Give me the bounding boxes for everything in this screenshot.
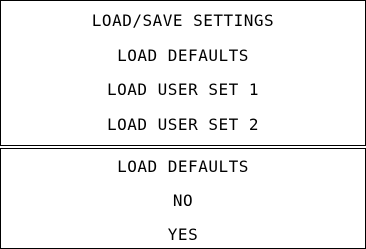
load-save-settings-menu: LOAD/SAVE SETTINGS LOAD DEFAULTS LOAD US… — [0, 0, 366, 146]
option-no[interactable]: NO — [1, 191, 365, 211]
load-defaults-confirm-menu: LOAD DEFAULTS NO YES — [0, 148, 366, 249]
option-yes[interactable]: YES — [1, 225, 365, 245]
menu-item-load-defaults[interactable]: LOAD DEFAULTS — [1, 46, 365, 66]
menu-item-load-user-set-2[interactable]: LOAD USER SET 2 — [1, 115, 365, 135]
menu-item-load-user-set-1[interactable]: LOAD USER SET 1 — [1, 80, 365, 100]
confirm-title: LOAD DEFAULTS — [117, 157, 249, 176]
menu-title: LOAD/SAVE SETTINGS — [91, 11, 275, 30]
